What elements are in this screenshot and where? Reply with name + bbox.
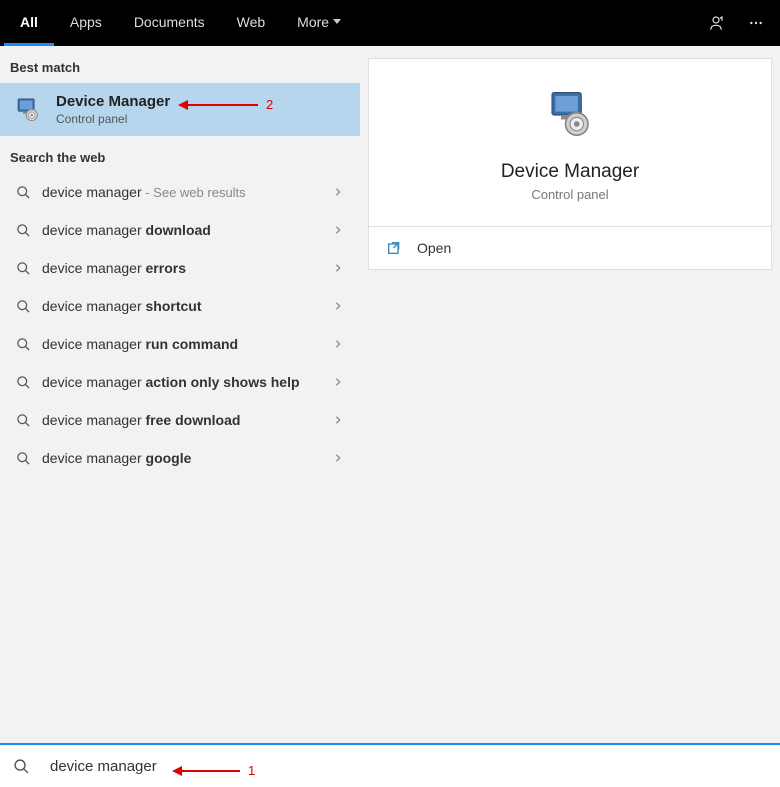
top-tabs-bar: All Apps Documents Web More bbox=[0, 0, 780, 46]
open-label: Open bbox=[417, 240, 451, 256]
web-result[interactable]: device manager errors bbox=[0, 249, 360, 287]
device-manager-large-icon bbox=[542, 87, 598, 143]
web-result[interactable]: device manager download bbox=[0, 211, 360, 249]
detail-card: Device Manager Control panel bbox=[368, 58, 772, 227]
web-result-text: device manager - See web results bbox=[42, 183, 330, 202]
tab-web[interactable]: Web bbox=[221, 0, 282, 46]
web-result[interactable]: device manager shortcut bbox=[0, 287, 360, 325]
search-icon bbox=[14, 373, 32, 391]
web-result-text: device manager run command bbox=[42, 335, 330, 353]
web-result[interactable]: device manager google bbox=[0, 439, 360, 477]
annotation-label-2: 2 bbox=[266, 97, 273, 112]
detail-panel: Device Manager Control panel Open bbox=[360, 46, 780, 743]
web-result-text: device manager shortcut bbox=[42, 297, 330, 315]
web-result[interactable]: device manager run command bbox=[0, 325, 360, 363]
chevron-right-icon bbox=[330, 412, 346, 428]
chevron-right-icon bbox=[330, 184, 346, 200]
open-action[interactable]: Open bbox=[369, 227, 771, 269]
main-content: Best match Device Manager Control panel bbox=[0, 46, 780, 743]
detail-title: Device Manager bbox=[501, 161, 639, 183]
search-bar: 1 bbox=[0, 743, 780, 787]
search-icon bbox=[14, 297, 32, 315]
detail-subtitle: Control panel bbox=[531, 187, 608, 202]
results-panel: Best match Device Manager Control panel bbox=[0, 46, 360, 743]
search-icon bbox=[14, 449, 32, 467]
best-match-result[interactable]: Device Manager Control panel 2 bbox=[0, 83, 360, 136]
tab-more-label: More bbox=[297, 14, 329, 30]
web-result-text: device manager download bbox=[42, 221, 330, 239]
web-result[interactable]: device manager action only shows help bbox=[0, 363, 360, 401]
device-manager-icon bbox=[12, 94, 44, 126]
web-result[interactable]: device manager free download bbox=[0, 401, 360, 439]
tab-apps[interactable]: Apps bbox=[54, 0, 118, 46]
search-icon bbox=[14, 259, 32, 277]
search-icon bbox=[14, 221, 32, 239]
best-match-title: Device Manager bbox=[56, 93, 170, 110]
web-result-text: device manager google bbox=[42, 449, 330, 467]
section-best-match: Best match bbox=[0, 46, 360, 83]
chevron-right-icon bbox=[330, 374, 346, 390]
tab-documents[interactable]: Documents bbox=[118, 0, 221, 46]
chevron-right-icon bbox=[330, 336, 346, 352]
chevron-down-icon bbox=[333, 19, 341, 24]
web-result[interactable]: device manager - See web results bbox=[0, 173, 360, 211]
search-icon bbox=[12, 757, 30, 775]
more-options-icon[interactable] bbox=[736, 0, 776, 46]
feedback-icon[interactable] bbox=[696, 0, 736, 46]
tab-more[interactable]: More bbox=[281, 0, 357, 46]
search-icon bbox=[14, 183, 32, 201]
section-search-web: Search the web bbox=[0, 136, 360, 173]
chevron-right-icon bbox=[330, 298, 346, 314]
best-match-subtitle: Control panel bbox=[56, 112, 170, 126]
chevron-right-icon bbox=[330, 450, 346, 466]
search-icon bbox=[14, 411, 32, 429]
search-input[interactable] bbox=[50, 758, 768, 775]
chevron-right-icon bbox=[330, 222, 346, 238]
open-icon bbox=[385, 239, 403, 257]
search-icon bbox=[14, 335, 32, 353]
web-result-text: device manager errors bbox=[42, 259, 330, 277]
tab-all[interactable]: All bbox=[4, 0, 54, 46]
web-result-text: device manager free download bbox=[42, 411, 330, 429]
web-result-text: device manager action only shows help bbox=[42, 373, 330, 391]
chevron-right-icon bbox=[330, 260, 346, 276]
